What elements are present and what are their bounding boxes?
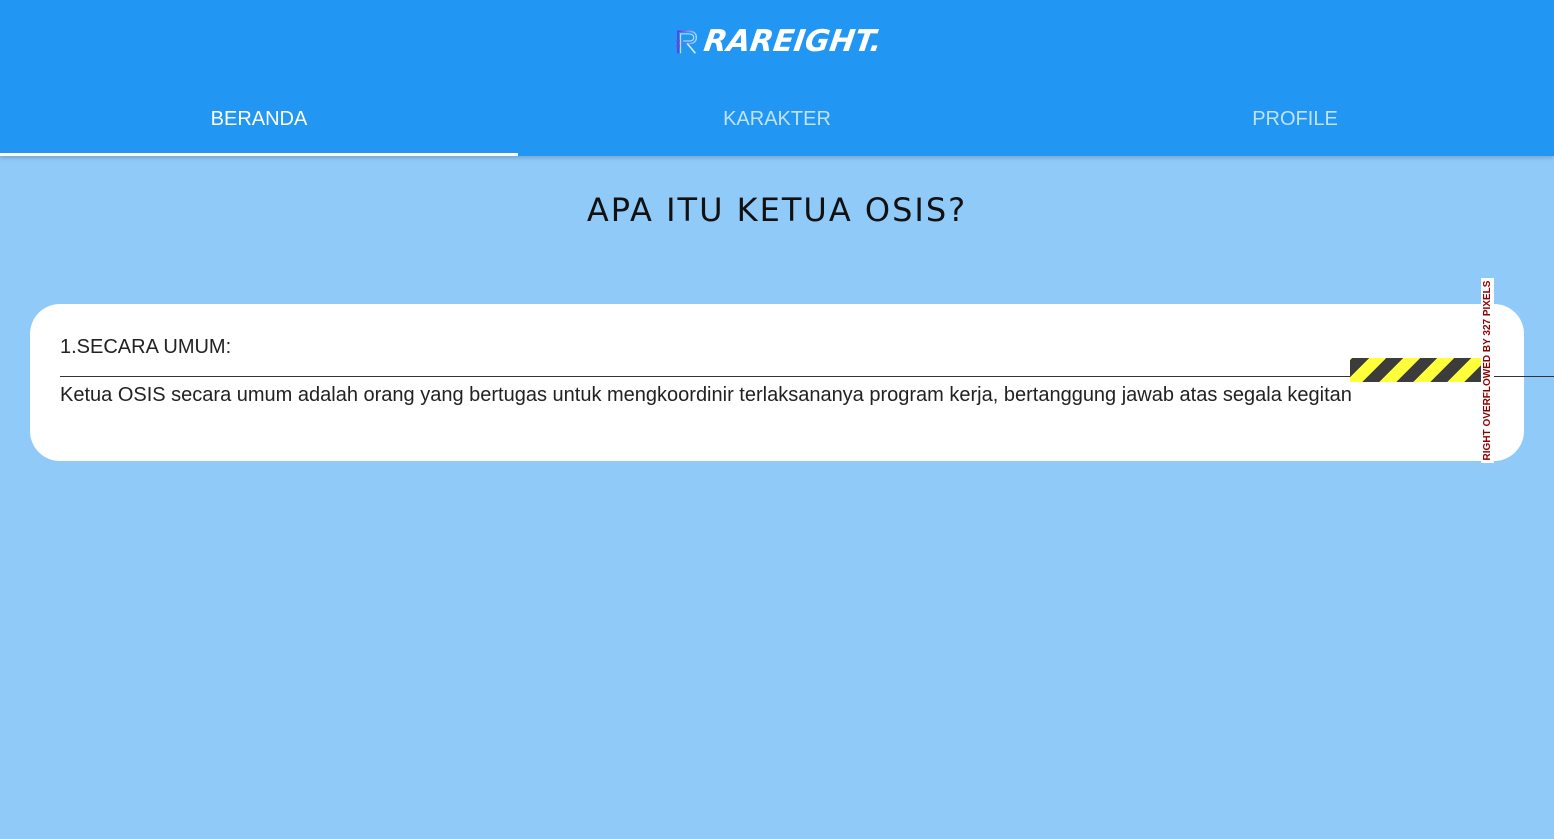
overflow-warning-stripe	[1350, 358, 1481, 382]
tab-profile[interactable]: PROFILE	[1036, 84, 1554, 156]
app-bar: RAREIGHT. BERANDA KARAKTER PROFILE	[0, 0, 1554, 156]
logo-text: RAREIGHT.	[702, 24, 885, 59]
tab-beranda[interactable]: BERANDA	[0, 84, 518, 156]
overflow-warning-label: RIGHT OVERFLOWED BY 327 PIXELS	[1482, 280, 1493, 461]
tab-label: KARAKTER	[723, 107, 831, 130]
page-title: APA ITU KETUA OSIS?	[586, 191, 968, 229]
section-title: 1.SECARA UMUM:	[60, 336, 232, 358]
app-logo: RAREIGHT.	[676, 18, 885, 66]
section-body-text: Ketua OSIS secara umum adalah orang yang…	[60, 384, 1352, 406]
content-card: 1.SECARA UMUM: Ketua OSIS secara umum ad…	[30, 304, 1554, 461]
logo-r-icon	[676, 30, 698, 54]
tab-bar: BERANDA KARAKTER PROFILE	[0, 84, 1554, 156]
tab-label: BERANDA	[210, 107, 308, 130]
tab-karakter[interactable]: KARAKTER	[518, 84, 1036, 156]
tab-label: PROFILE	[1252, 107, 1338, 130]
divider	[60, 376, 1554, 377]
